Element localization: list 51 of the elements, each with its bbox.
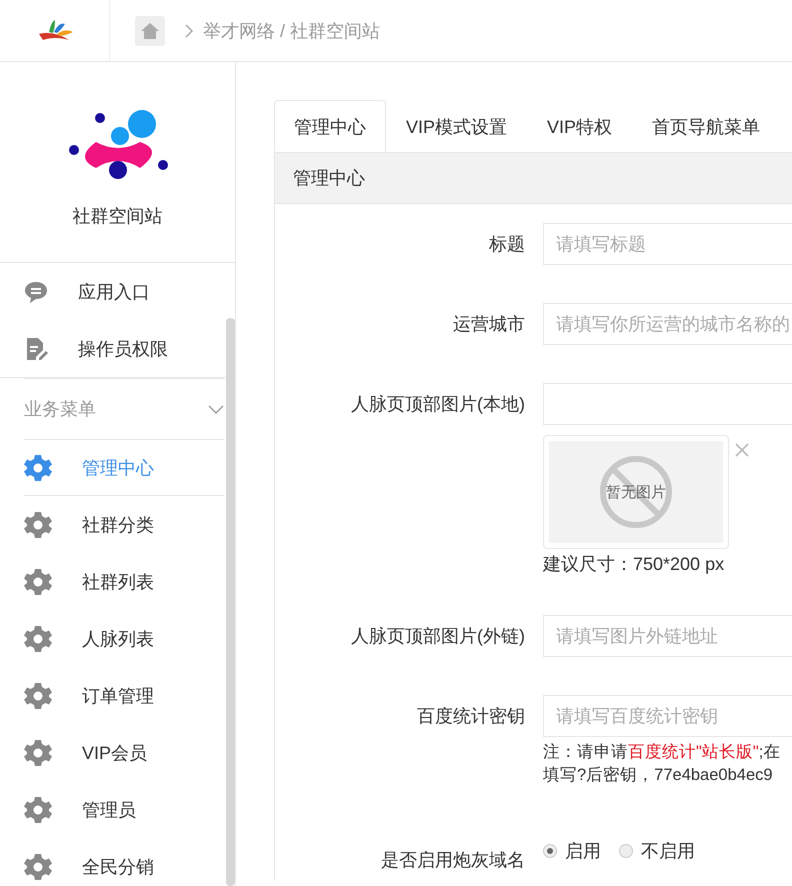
gear-icon bbox=[24, 738, 52, 766]
upload-field[interactable] bbox=[543, 383, 792, 425]
radio-option[interactable]: 启用 bbox=[543, 839, 601, 863]
field-label: 是否启用炮灰域名 bbox=[380, 849, 526, 872]
tab[interactable]: 管理中心 bbox=[274, 100, 386, 152]
gear-icon bbox=[24, 852, 52, 880]
input-field[interactable]: 请填写百度统计密钥 bbox=[543, 695, 792, 737]
menu-item[interactable]: 社群分类 bbox=[0, 496, 226, 553]
home-icon bbox=[140, 22, 160, 40]
no-image-icon bbox=[598, 454, 674, 530]
gear-icon bbox=[24, 454, 52, 482]
menu-item[interactable]: 全民分销 bbox=[0, 838, 226, 886]
tab[interactable]: VIP模式设置 bbox=[386, 100, 528, 152]
gear-icon bbox=[24, 682, 52, 710]
field-label: 人脉页顶部图片(外链) bbox=[350, 625, 526, 648]
input-field[interactable]: 请填写图片外链地址 bbox=[543, 615, 792, 657]
menu-item[interactable]: 人脉列表 bbox=[0, 610, 226, 667]
note-text: 注：请申请百度统计"站长版";在 bbox=[543, 742, 782, 763]
breadcrumb: 举才网络 / 社群空间站 bbox=[203, 20, 380, 42]
field-label: 人脉页顶部图片(本地) bbox=[350, 393, 526, 416]
chat-bubble-icon bbox=[24, 280, 48, 304]
input-field[interactable]: 请填写你所运营的城市名称的 bbox=[543, 303, 792, 345]
gear-icon bbox=[24, 624, 52, 652]
hint-text: 建议尺寸：750*200 px bbox=[543, 553, 726, 576]
menu-item[interactable]: 应用入口 bbox=[0, 263, 226, 320]
menu-item[interactable]: 社群列表 bbox=[0, 553, 226, 610]
field-label: 标题 bbox=[488, 233, 526, 256]
empty-image-text: 暂无图片 bbox=[606, 482, 666, 502]
gear-icon bbox=[24, 510, 52, 538]
note-text: 填写?后密钥，77e4bae0b4ec9 bbox=[543, 765, 774, 786]
tab[interactable]: 首页导航菜单 bbox=[632, 100, 780, 152]
field-label: 运营城市 bbox=[452, 313, 526, 336]
radio-option[interactable]: 不启用 bbox=[619, 839, 695, 863]
menu-item[interactable]: 操作员权限 bbox=[0, 320, 226, 377]
site-name: 社群空间站 bbox=[72, 205, 162, 228]
menu-item[interactable]: VIP会员 bbox=[0, 724, 226, 781]
menu-item[interactable]: 管理员 bbox=[0, 781, 226, 838]
chevron-right-icon bbox=[183, 22, 195, 38]
close-icon bbox=[735, 443, 749, 457]
gear-icon bbox=[24, 568, 52, 596]
tab[interactable]: VIP特权 bbox=[527, 100, 632, 152]
remove-button[interactable] bbox=[735, 443, 749, 457]
scrollbar[interactable] bbox=[226, 318, 235, 886]
document-edit-icon bbox=[24, 336, 48, 360]
field-label: 百度统计密钥 bbox=[416, 705, 526, 728]
input-field[interactable]: 请填写标题 bbox=[543, 223, 792, 265]
panel-title: 管理中心 bbox=[275, 153, 792, 204]
menu-item[interactable]: 订单管理 bbox=[0, 667, 226, 724]
home-button[interactable] bbox=[135, 16, 165, 46]
gear-icon bbox=[24, 796, 52, 824]
chevron-down-icon bbox=[208, 403, 224, 415]
